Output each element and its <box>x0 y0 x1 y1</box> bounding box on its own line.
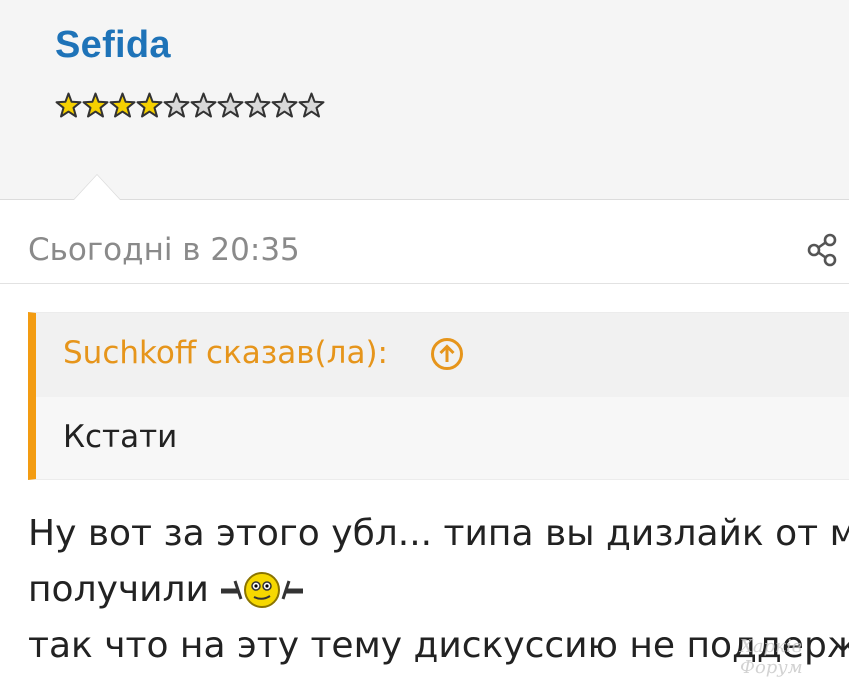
star-empty-icon <box>298 92 325 118</box>
message-line-1: Ну вот за этого убл... типа вы дизлайк о… <box>28 513 849 554</box>
username-link[interactable]: Sefida <box>55 24 171 67</box>
star-filled-icon <box>82 92 109 118</box>
message-line-2-text: получили <box>28 569 209 610</box>
star-filled-icon <box>109 92 136 118</box>
message-line-2: получили <box>28 562 849 618</box>
star-empty-icon <box>271 92 298 118</box>
quote-author[interactable]: Suchkoff сказав(ла): <box>63 335 388 371</box>
quote-block: Suchkoff сказав(ла): Кстати <box>28 312 849 480</box>
post-timestamp[interactable]: Сьогодні в 20:35 <box>28 232 300 268</box>
arrow-up-circle-icon[interactable] <box>430 337 464 371</box>
star-empty-icon <box>217 92 244 118</box>
post-pointer-arrow <box>73 174 121 200</box>
star-filled-icon <box>136 92 163 118</box>
share-icon[interactable] <box>806 232 840 268</box>
user-info-block: Sefida <box>0 0 849 200</box>
post-meta-row: Сьогодні в 20:35 <box>0 200 849 284</box>
forum-watermark: Харків Форум <box>740 636 803 678</box>
star-empty-icon <box>244 92 271 118</box>
message-line-3: так что на эту тему дискуссию не поддерж <box>28 625 849 666</box>
quote-text: Кстати <box>63 419 178 455</box>
smiley-icon <box>220 572 303 608</box>
star-empty-icon <box>163 92 190 118</box>
star-filled-icon <box>55 92 82 118</box>
post-message: Ну вот за этого убл... типа вы дизлайк о… <box>28 506 849 674</box>
star-empty-icon <box>190 92 217 118</box>
quote-header: Suchkoff сказав(ла): <box>36 313 849 397</box>
user-rating-stars <box>55 92 325 119</box>
